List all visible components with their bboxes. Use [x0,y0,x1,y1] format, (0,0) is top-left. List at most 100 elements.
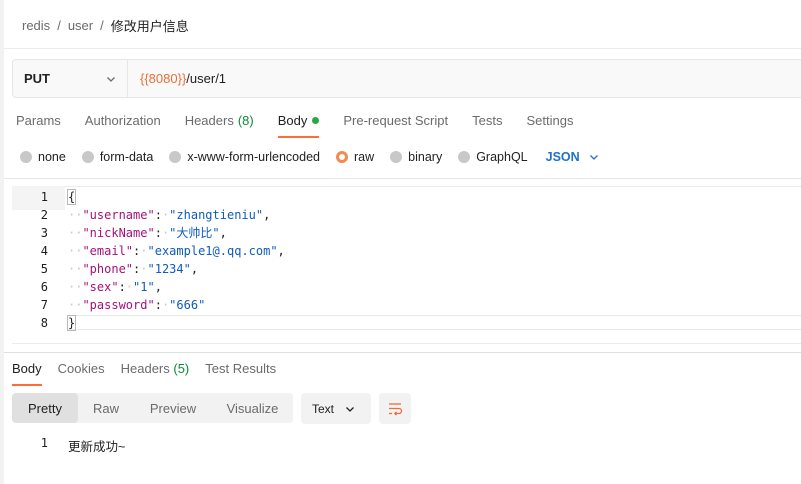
json-comma: , [154,280,162,294]
json-key: "email" [82,244,134,258]
tab-headers[interactable]: Headers (8) [185,113,254,138]
line-number: 3 [40,226,48,240]
language-select[interactable]: JSON [546,150,600,164]
line-number: 5 [40,262,48,276]
tab-label: Headers [120,361,170,376]
response-tab-headers[interactable]: Headers (5) [121,361,190,386]
tab-label: Test Results [205,361,277,376]
wrap-lines-icon [389,402,403,416]
open-brace: { [66,189,77,205]
json-value: "大帅比" [169,226,220,240]
json-key: "sex" [82,280,119,294]
response-text: 更新成功~ [68,440,126,454]
response-format-select[interactable]: Text [301,393,371,424]
option-label: none [38,150,66,164]
response-view-modes: Pretty Raw Preview Visualize [12,393,293,423]
line-number: 1 [40,436,48,450]
tab-tests[interactable]: Tests [472,113,502,138]
tab-label: Settings [526,113,574,128]
wrap-lines-button[interactable] [379,393,411,424]
json-comma: , [219,226,227,240]
body-indicator-dot [312,117,320,124]
response-tab-test-results[interactable]: Test Results [205,361,276,386]
tab-label: Params [16,113,61,128]
response-tab-cookies[interactable]: Cookies [58,361,105,386]
editor-divider [4,178,801,179]
view-raw-button[interactable]: Raw [78,393,134,423]
url-path: /user/1 [186,71,227,86]
response-tab-body[interactable]: Body [12,361,42,386]
json-comma: , [277,244,285,258]
body-type-selector: none form-data x-www-form-urlencoded raw… [20,150,600,164]
format-label: Text [312,401,335,416]
tab-label: Body [12,361,42,376]
tab-label: Authorization [84,113,161,128]
body-type-binary[interactable]: binary [390,150,442,164]
request-tabs: Params Authorization Headers (8) Body Pre… [16,113,597,138]
body-type-none[interactable]: none [20,150,66,164]
radio-button[interactable] [169,151,182,163]
tab-label: Pre-request Script [343,113,449,128]
response-body[interactable]: 1 更新成功~ [12,436,126,455]
code-line: 2 ··"username":·"zhangtieniu", [12,206,271,224]
tab-settings[interactable]: Settings [526,113,573,138]
header-divider [4,48,801,49]
method-select[interactable]: PUT [13,60,128,97]
line-number: 1 [40,190,48,204]
radio-button[interactable] [390,151,403,163]
breadcrumb-separator: / [100,18,104,33]
body-type-urlencoded[interactable]: x-www-form-urlencoded [169,150,320,164]
breadcrumb: redis / user / 修改用户信息 [22,16,189,35]
tab-body[interactable]: Body [277,113,320,138]
option-label: raw [354,150,375,164]
radio-button-selected[interactable] [336,151,348,163]
tab-label: Headers [184,113,234,128]
view-preview-button[interactable]: Preview [134,393,212,423]
line-number: 4 [40,244,48,258]
tab-label: Cookies [57,361,105,376]
active-line-highlight [68,315,801,330]
code-line: 4 ··"email":·"example1@.qq.com", [12,242,285,260]
tab-pre-request-script[interactable]: Pre-request Script [343,113,448,138]
json-key: "phone" [82,262,134,276]
option-label: form-data [99,150,154,164]
json-value: "example1@.qq.com" [147,244,278,258]
method-label: PUT [24,71,50,86]
code-line: 3 ··"nickName":·"大帅比", [12,224,227,242]
view-pretty-button[interactable]: Pretty [12,393,78,423]
body-type-graphql[interactable]: GraphQL [458,150,528,164]
breadcrumb-collection[interactable]: redis [22,18,50,33]
tab-authorization[interactable]: Authorization [85,113,161,138]
tab-params[interactable]: Params [16,113,61,138]
breadcrumb-request-name[interactable]: 修改用户信息 [111,16,189,35]
view-visualize-button[interactable]: Visualize [212,393,293,423]
breadcrumb-folder[interactable]: user [68,18,93,33]
option-label: x-www-form-urlencoded [187,150,320,164]
tab-label: Body [277,113,308,128]
chevron-down-icon [589,155,598,160]
language-label: JSON [545,150,580,164]
radio-button[interactable] [20,151,32,163]
response-divider[interactable] [4,352,801,353]
request-bar: PUT {{8080}}/user/1 [12,59,801,98]
option-label: GraphQL [476,150,528,164]
line-number: 6 [40,280,48,294]
radio-button[interactable] [81,151,94,163]
body-type-form-data[interactable]: form-data [81,150,154,164]
url-variable: {{8080}} [140,71,187,86]
radio-button[interactable] [458,151,471,163]
window-edge [0,0,4,484]
json-key: "nickName" [82,226,155,240]
code-line: 1 { [12,188,77,206]
chevron-down-icon [346,406,354,412]
line-number: 8 [40,316,48,330]
code-line: 8 } [12,314,77,332]
body-type-raw[interactable]: raw [336,150,374,164]
code-lines: 1 { 2 ··"username":·"zhangtieniu", 3 ··"… [12,188,285,332]
json-comma: , [263,208,271,222]
close-brace: } [66,315,77,331]
breadcrumb-separator: / [57,18,61,33]
code-line: 7 ··"password":·"666" [12,296,206,314]
chevron-down-icon [107,76,115,82]
url-input[interactable]: {{8080}}/user/1 [128,60,226,97]
